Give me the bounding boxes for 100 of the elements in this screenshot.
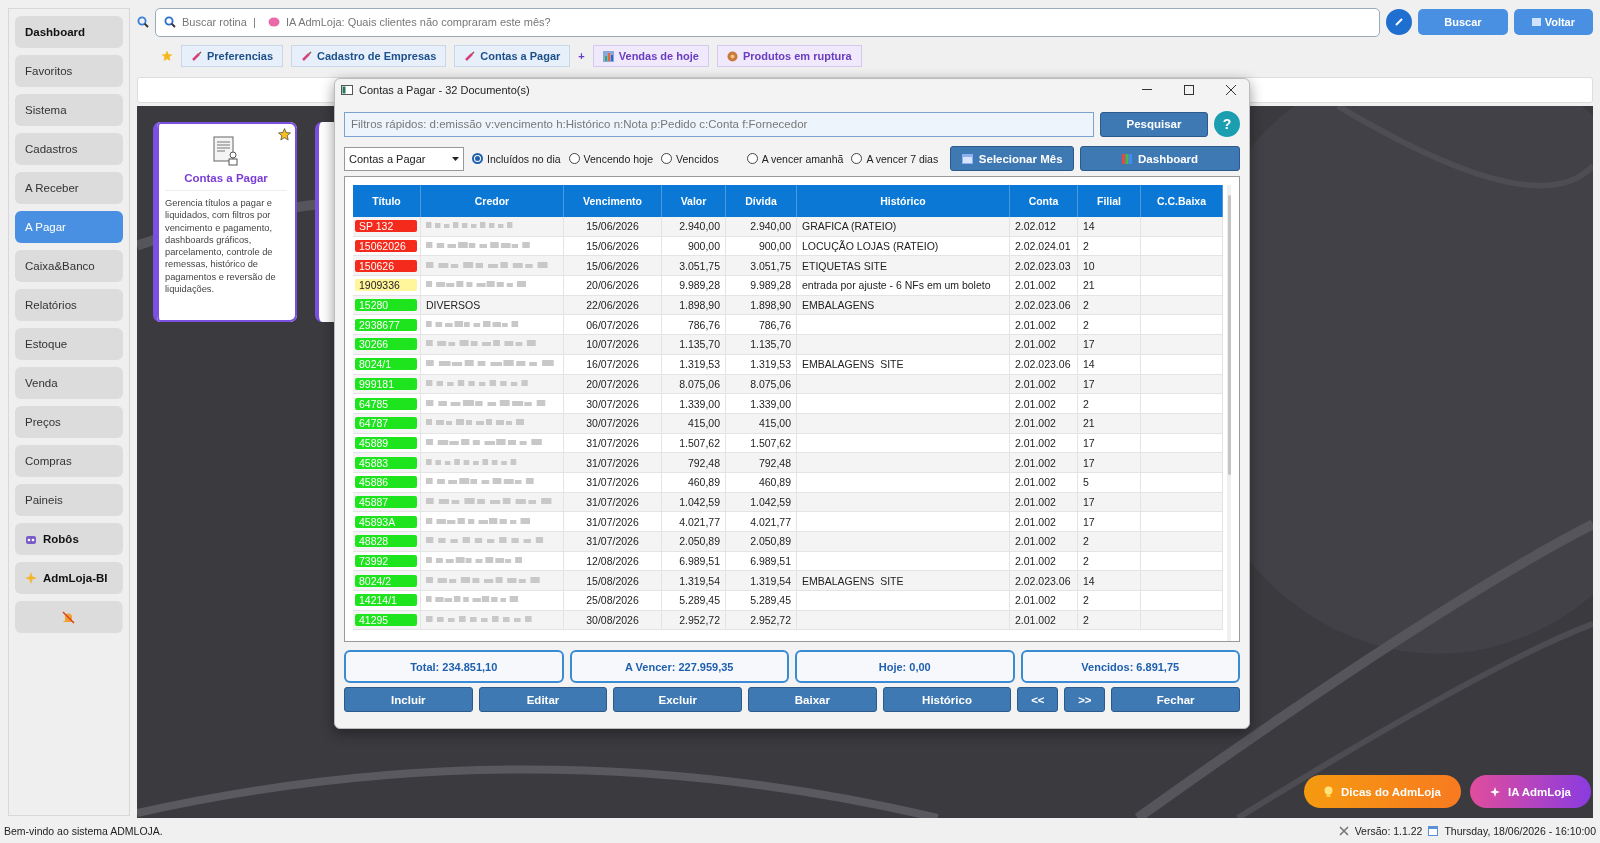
- action-button[interactable]: Incluir: [344, 687, 473, 712]
- status-tag: 64785: [355, 397, 417, 410]
- shortcut-tab[interactable]: Preferencias: [181, 45, 284, 67]
- filter-radio[interactable]: A vencer 7 dias: [851, 152, 939, 165]
- table-cell: 2.01.002: [1015, 535, 1056, 548]
- table-cell: 4.021,77: [750, 515, 791, 528]
- module-card[interactable]: [153, 122, 297, 322]
- action-button[interactable]: Histórico: [882, 687, 1012, 712]
- shortcut-tab[interactable]: Vendas de hoje: [592, 45, 709, 67]
- calendar-icon: [961, 153, 973, 164]
- sidebar-item[interactable]: AdmLoja-BI: [15, 562, 123, 594]
- floating-button[interactable]: IA AdmLoja: [1469, 775, 1591, 808]
- back-button[interactable]: Voltar: [1513, 9, 1593, 35]
- table-cell: 415,00: [758, 417, 791, 430]
- table-cell: 900,00: [758, 240, 791, 253]
- brush-icon: [301, 50, 313, 62]
- search-icon: [137, 16, 149, 28]
- table-cell: 3.051,75: [679, 259, 720, 272]
- table-cell: 1.898,90: [679, 299, 720, 312]
- table-cell: 2.940,00: [750, 220, 791, 233]
- account-dropdown[interactable]: Contas a Pagar: [344, 146, 464, 171]
- table-cell: 2.01.002: [1015, 377, 1056, 390]
- floating-button[interactable]: Dicas do AdmLoja: [1304, 775, 1461, 808]
- table-cell: 17: [1083, 436, 1095, 449]
- table-cell: 17: [1083, 338, 1095, 351]
- status-tag: 30266: [355, 338, 417, 351]
- action-button[interactable]: Baixar: [748, 687, 877, 712]
- filter-radio[interactable]: Incluídos no dia: [472, 152, 561, 165]
- close-icon[interactable]: [1226, 85, 1236, 95]
- shortcut-tab[interactable]: Contas a Pagar: [454, 45, 571, 67]
- table-cell: 792,48: [687, 456, 720, 469]
- table-cell: 31/07/2026: [586, 476, 639, 489]
- action-button[interactable]: Editar: [478, 687, 608, 712]
- sidebar-item[interactable]: Relatórios: [15, 289, 123, 321]
- table-cell: 1.339,00: [750, 397, 791, 410]
- select-month-button[interactable]: Selecionar Mês: [950, 146, 1075, 171]
- filter-radio[interactable]: Vencendo hoje: [568, 152, 654, 165]
- pin-button[interactable]: [1386, 9, 1413, 35]
- status-tag: 73992: [355, 555, 417, 568]
- table-cell: 14: [1083, 358, 1095, 371]
- shortcut-tab[interactable]: Cadastro de Empresas: [291, 45, 447, 67]
- robot-icon: [25, 533, 37, 545]
- status-tag: 150626: [355, 259, 417, 272]
- minimize-icon[interactable]: [1142, 89, 1152, 91]
- help-button[interactable]: ?: [1214, 111, 1240, 137]
- sidebar-item[interactable]: Dashboard: [15, 16, 123, 48]
- filter-field[interactable]: Filtros rápidos: d:emissão v:vencimento h:Histórico n:Nota p:Pedido c:Conta f:Fornecedor: [344, 111, 1094, 137]
- table-cell: 2.02.023.06: [1015, 574, 1071, 587]
- search-field[interactable]: Buscar rotina | IA AdmLoja: Quais clientes não compraram este mês?: [155, 7, 1381, 37]
- table-cell: 786,76: [758, 318, 791, 331]
- table-cell: EMBALAGENS SITE: [802, 574, 904, 587]
- add-shortcut[interactable]: +: [578, 50, 585, 62]
- table-cell: 2.01.002: [1015, 555, 1056, 568]
- search-button[interactable]: Pesquisar: [1100, 111, 1208, 137]
- status-tag: 999181: [355, 377, 417, 390]
- table-cell: 21: [1083, 417, 1095, 430]
- table-cell: 17: [1083, 456, 1095, 469]
- lightbulb-icon: [1324, 785, 1334, 798]
- table-cell: 3.051,75: [750, 259, 791, 272]
- dashboard-button[interactable]: Dashboard: [1080, 146, 1240, 171]
- sidebar-item[interactable]: Caixa&Banco: [15, 250, 123, 282]
- table-cell: 17: [1083, 377, 1095, 390]
- sidebar-item[interactable]: Preços: [15, 406, 123, 438]
- sidebar-item[interactable]: A Pagar: [15, 211, 123, 243]
- filter-radio[interactable]: A vencer amanhã: [746, 152, 844, 165]
- sidebar-item[interactable]: Venda: [15, 367, 123, 399]
- table-cell: 31/07/2026: [586, 456, 639, 469]
- sidebar-item[interactable]: Cadastros: [15, 133, 123, 165]
- table-cell: 2: [1083, 555, 1089, 568]
- search-button[interactable]: Buscar: [1418, 9, 1508, 35]
- star-icon[interactable]: [161, 50, 173, 62]
- search-placeholder: Buscar rotina |: [182, 16, 257, 28]
- table-cell: 2.01.002: [1015, 476, 1056, 489]
- table-cell: 15/06/2026: [586, 220, 639, 233]
- filter-radio[interactable]: Vencidos: [661, 152, 719, 165]
- sidebar-item[interactable]: A Receber: [15, 172, 123, 204]
- sidebar-item[interactable]: Compras: [15, 445, 123, 477]
- scrollbar-thumb[interactable]: [1227, 195, 1231, 475]
- sidebar-item[interactable]: Favoritos: [15, 55, 123, 87]
- table-cell: 2.01.002: [1015, 495, 1056, 508]
- table-cell: 16/07/2026: [586, 358, 639, 371]
- table-cell: 2.952,72: [679, 614, 720, 627]
- star-icon[interactable]: [278, 128, 291, 141]
- action-button[interactable]: Fechar: [1111, 687, 1241, 712]
- action-button[interactable]: Excluir: [613, 687, 742, 712]
- shortcut-tab[interactable]: Produtos em ruptura: [716, 45, 862, 67]
- table-cell: 2: [1083, 240, 1089, 253]
- sidebar-item[interactable]: Sistema: [15, 94, 123, 126]
- table-cell: 1.319,54: [679, 574, 720, 587]
- maximize-icon[interactable]: [1184, 85, 1194, 95]
- brain-icon: [267, 17, 280, 27]
- action-button[interactable]: >>: [1064, 687, 1106, 712]
- sidebar-item[interactable]: Paineis: [15, 484, 123, 516]
- sidebar-item[interactable]: Robôs: [15, 523, 123, 555]
- table-cell: 2.01.002: [1015, 417, 1056, 430]
- sidebar-item[interactable]: Estoque: [15, 328, 123, 360]
- status-tag: SP 132: [355, 220, 417, 233]
- card-description: Gerencia títulos a pagar e liquidados, com filtros por vencimento e pagamento, dashboards gráficos, parcelamento, controle de remessas, histórico de pagamentos e reversão de liquidações.: [165, 197, 277, 296]
- window-title: Contas a Pagar - 32 Documento(s): [359, 84, 531, 96]
- action-button[interactable]: <<: [1017, 687, 1059, 712]
